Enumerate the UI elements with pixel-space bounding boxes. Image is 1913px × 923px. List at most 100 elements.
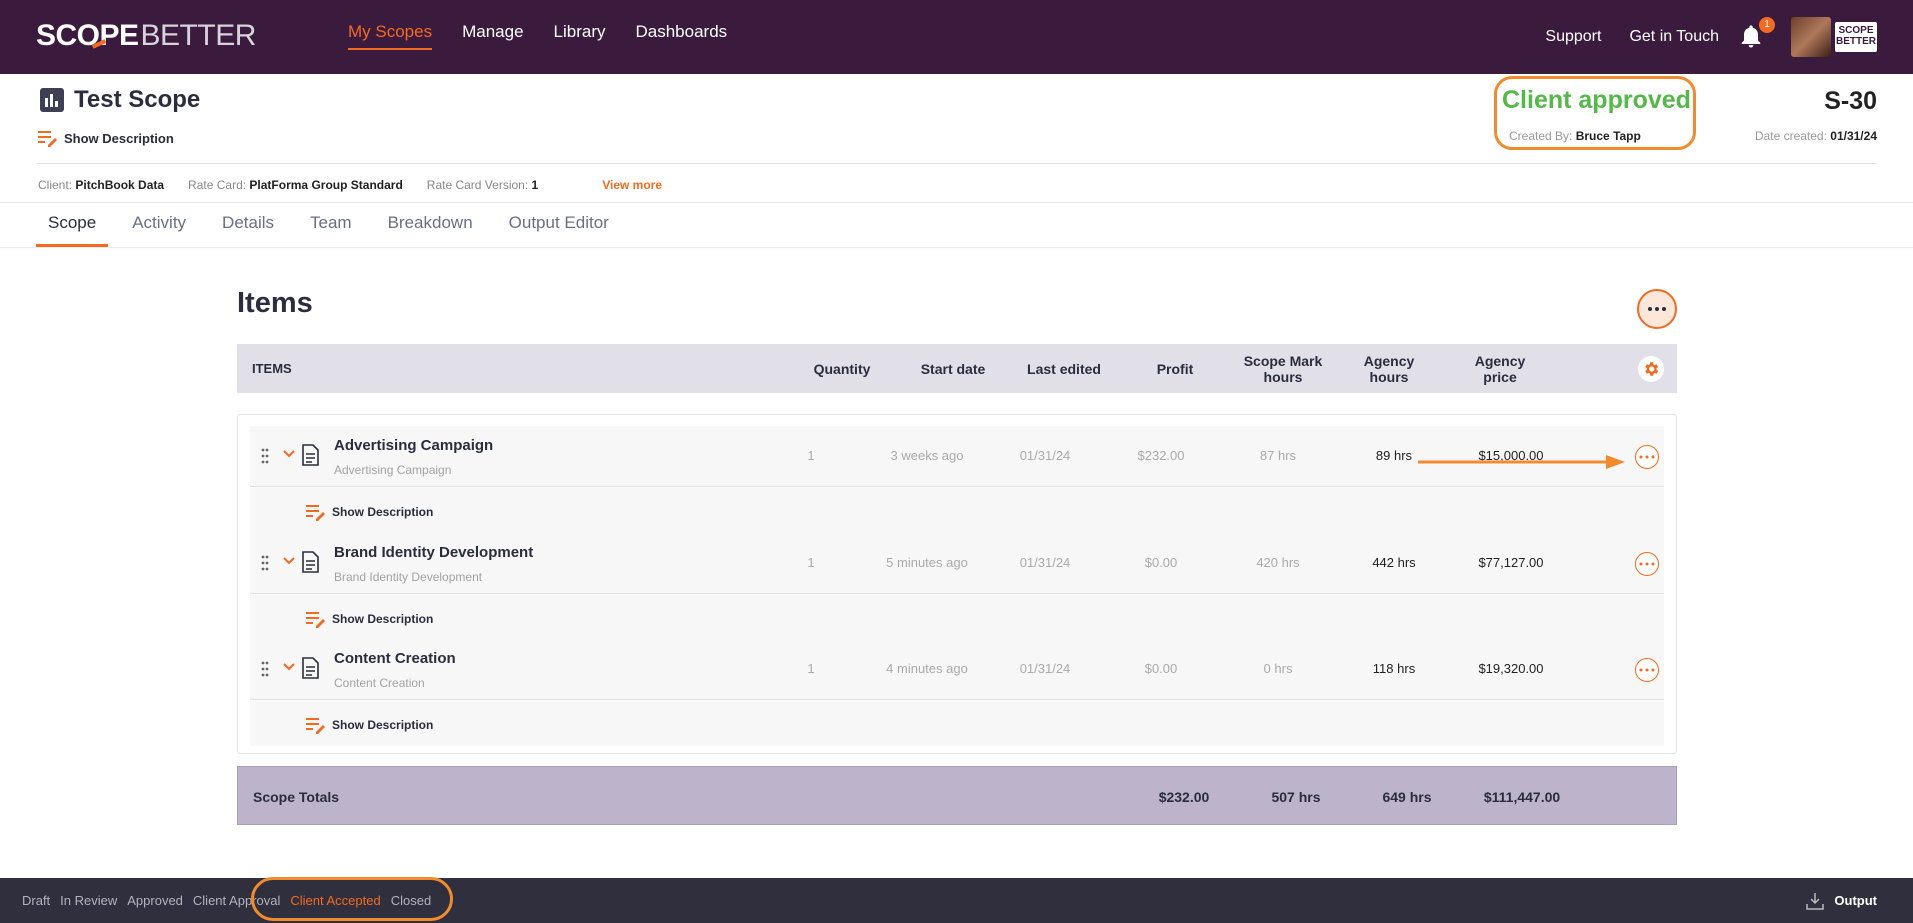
more-dots-icon	[1648, 307, 1666, 311]
col-agency-price: Agency price	[1474, 352, 1526, 385]
show-description-label: Show Description	[332, 718, 434, 732]
stage-in-review[interactable]: In Review	[60, 893, 117, 908]
document-icon	[302, 551, 319, 573]
tab-activity[interactable]: Activity	[120, 203, 198, 247]
created-by: Created By: Bruce Tapp	[1509, 129, 1641, 143]
col-agency-hours: Agency hours	[1363, 352, 1415, 385]
item-start-date: 3 weeks ago	[890, 448, 964, 463]
stage-draft[interactable]: Draft	[22, 893, 50, 908]
col-last-edited: Last edited	[1027, 360, 1101, 377]
output-label: Output	[1834, 893, 1877, 908]
col-items: ITEMS	[252, 360, 292, 376]
chevron-down-icon[interactable]	[283, 450, 295, 458]
nav-dashboards[interactable]: Dashboards	[636, 22, 728, 50]
scope-status: Client approved	[1502, 86, 1691, 114]
col-scope-mark-hours: Scope Mark hours	[1243, 352, 1323, 385]
notifications-bell-icon[interactable]: 1	[1737, 17, 1775, 51]
view-more-link[interactable]: View more	[602, 178, 662, 192]
row-description: Show Description	[250, 701, 1664, 746]
col-quantity: Quantity	[813, 360, 871, 377]
items-heading: Items	[237, 287, 313, 319]
item-agency-price: $77,127.00	[1478, 555, 1544, 570]
scope-chart-icon	[40, 88, 64, 112]
item-start-date: 5 minutes ago	[886, 555, 968, 570]
item-quantity: 1	[807, 555, 815, 570]
row-show-description-toggle[interactable]: Show Description	[306, 716, 433, 734]
item-title[interactable]: Advertising Campaign	[334, 437, 493, 454]
item-subtitle: Content Creation	[334, 676, 425, 690]
tab-details[interactable]: Details	[210, 203, 286, 247]
chevron-down-icon[interactable]	[283, 663, 295, 671]
rate-card-version-info: Rate Card Version: 1	[427, 178, 538, 192]
item-profit: $232.00	[1137, 448, 1185, 463]
table-settings-button[interactable]	[1638, 356, 1664, 382]
drag-handle-icon[interactable]	[261, 661, 269, 677]
page-title: Test Scope	[74, 86, 201, 113]
row-more-options-button[interactable]	[1635, 658, 1659, 682]
row-description: Show Description	[250, 595, 1664, 640]
stage-approved[interactable]: Approved	[127, 893, 183, 908]
document-icon	[302, 444, 319, 466]
gear-icon	[1645, 362, 1659, 376]
item-scope-mark-hours: 420 hrs	[1256, 555, 1300, 570]
item-profit: $0.00	[1144, 661, 1178, 676]
tab-breakdown[interactable]: Breakdown	[376, 203, 485, 247]
show-description-label: Show Description	[64, 130, 174, 146]
logo-text-better: BETTER	[140, 19, 257, 52]
row-more-options-button[interactable]	[1635, 552, 1659, 576]
item-last-edited: 01/31/24	[1019, 661, 1071, 676]
description-edit-icon	[38, 131, 57, 147]
item-scope-mark-hours: 0 hrs	[1263, 661, 1293, 676]
row-show-description-toggle[interactable]: Show Description	[306, 503, 433, 521]
item-scope-mark-hours: 87 hrs	[1259, 448, 1297, 463]
divider	[36, 163, 1877, 164]
totals-label: Scope Totals	[253, 788, 340, 805]
row-more-options-button[interactable]	[1635, 445, 1659, 469]
rate-card-info: Rate Card: PlatForma Group Standard	[188, 178, 403, 192]
item-subtitle: Brand Identity Development	[334, 570, 483, 584]
drag-handle-icon[interactable]	[261, 448, 269, 464]
logo-text-scope: SCOPE	[36, 19, 139, 52]
rate-card-version-value: 1	[531, 178, 539, 192]
scope-totals-row: Scope Totals $232.00 507 hrs 649 hrs $11…	[237, 766, 1677, 825]
main-nav: My Scopes Manage Library Dashboards	[348, 22, 727, 50]
output-button[interactable]: Output	[1806, 878, 1877, 923]
show-description-toggle[interactable]: Show Description	[38, 129, 174, 147]
client-label: Client:	[38, 178, 73, 192]
item-quantity: 1	[807, 448, 815, 463]
rate-card-version-label: Rate Card Version:	[426, 178, 529, 192]
items-more-options-button[interactable]	[1637, 289, 1677, 329]
description-edit-icon	[306, 612, 325, 628]
item-last-edited: 01/31/24	[1019, 555, 1071, 570]
scopebetter-logo[interactable]: SCOPE BETTER	[36, 18, 256, 54]
item-title[interactable]: Brand Identity Development	[334, 544, 533, 561]
nav-support[interactable]: Support	[1545, 28, 1601, 46]
nav-right: Support Get in Touch 1 SCOPE BETTER	[1545, 0, 1913, 74]
nav-get-in-touch[interactable]: Get in Touch	[1629, 28, 1719, 46]
drag-handle-icon[interactable]	[261, 555, 269, 571]
nav-library[interactable]: Library	[554, 22, 606, 50]
company-logo: SCOPE BETTER	[1835, 22, 1877, 52]
date-created: Date created: 01/31/24	[1755, 129, 1877, 143]
more-dots-icon	[1639, 455, 1655, 459]
chevron-down-icon[interactable]	[283, 557, 295, 565]
client-value: PitchBook Data	[75, 178, 165, 192]
nav-my-scopes[interactable]: My Scopes	[348, 22, 433, 50]
row-show-description-toggle[interactable]: Show Description	[306, 610, 433, 628]
item-title[interactable]: Content Creation	[334, 650, 456, 667]
total-scope-mark-hours: 507 hrs	[1271, 788, 1321, 805]
tab-output-editor[interactable]: Output Editor	[497, 203, 621, 247]
tab-team[interactable]: Team	[298, 203, 364, 247]
description-edit-icon	[306, 718, 325, 734]
total-agency-hours: 649 hrs	[1382, 788, 1432, 805]
nav-manage[interactable]: Manage	[462, 22, 523, 50]
tab-scope[interactable]: Scope	[36, 203, 109, 247]
show-description-label: Show Description	[332, 505, 434, 519]
user-avatar[interactable]	[1791, 17, 1831, 57]
top-navbar: SCOPE BETTER My Scopes Manage Library Das…	[0, 0, 1913, 74]
table-row[interactable]: Brand Identity Development Brand Identit…	[250, 533, 1664, 594]
table-row[interactable]: Content Creation Content Creation 1 4 mi…	[250, 639, 1664, 700]
items-table-header: ITEMS Quantity Start date Last edited Pr…	[237, 344, 1677, 393]
item-quantity: 1	[807, 661, 815, 676]
date-created-value: 01/31/24	[1830, 129, 1877, 143]
